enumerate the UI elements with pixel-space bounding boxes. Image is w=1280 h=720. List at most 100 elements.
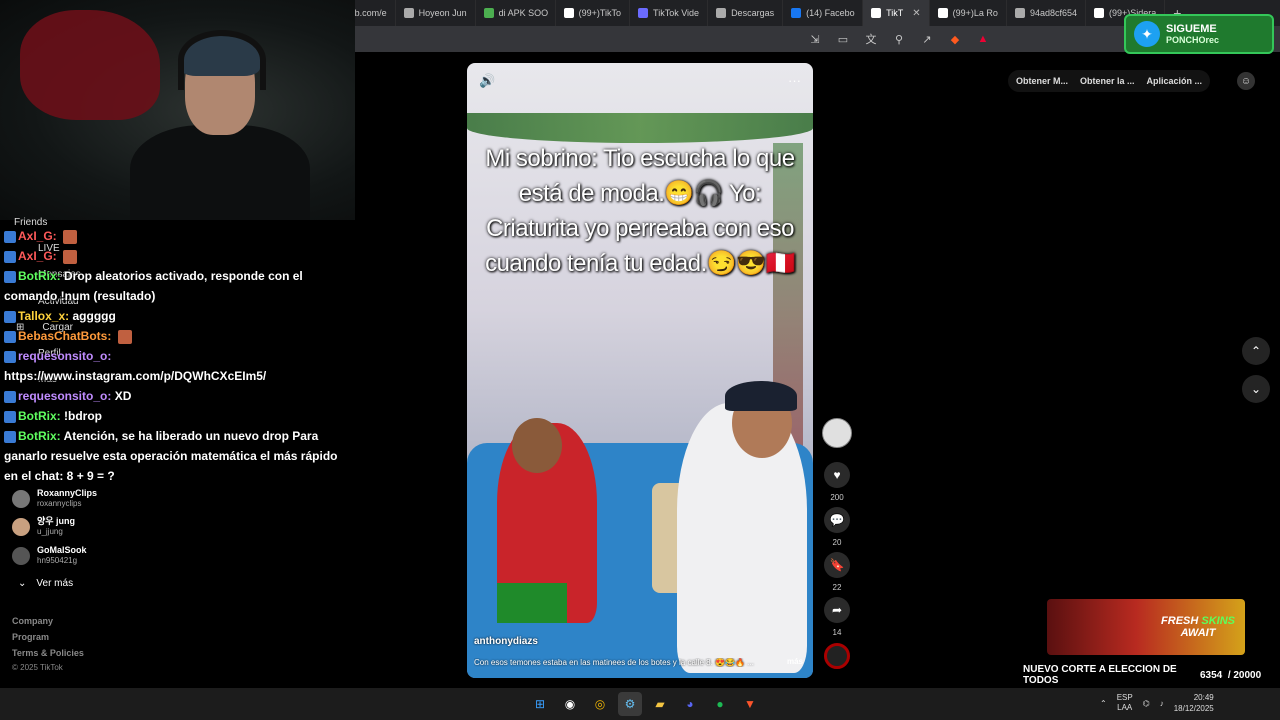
screenshot-icon[interactable]: ▭ — [836, 32, 850, 46]
chat-message: AxI_G: — [4, 246, 349, 266]
share-arrow-icon[interactable]: ➦ — [824, 597, 850, 623]
chat-emote-icon — [117, 329, 132, 344]
chevron-up-icon: ⌃ — [1250, 344, 1262, 358]
chat-message: requesonsito_o: https://www.instagram.co… — [4, 346, 349, 386]
chat-badge-icon — [4, 430, 16, 443]
like-count: 200 — [830, 493, 844, 502]
browser-tab[interactable]: TikT ✕ — [863, 0, 930, 26]
browser-tab[interactable]: di APK SOO — [476, 0, 556, 26]
screen: Endor - PUIRÜFÜS DU STikTok Vide¿Por qué… — [0, 0, 1280, 720]
heart-icon[interactable]: ♥ — [824, 462, 850, 488]
tab-label: di APK SOO — [498, 8, 549, 18]
footer-terms-link[interactable]: Terms & Policies — [12, 648, 84, 658]
windows-taskbar: ⊞ ◉ ◎ ⚙ ▰ ◕ ● ▼ ⌃ ESP LAA ⌬ ♪ 20:49 18/12/… — [0, 688, 1280, 720]
steam-icon[interactable]: ⚙ — [618, 692, 642, 716]
share-action[interactable]: ➦ 14 — [822, 597, 852, 637]
avatar — [12, 489, 30, 508]
chevron-down-icon: ⌄ — [1250, 382, 1262, 396]
tab-label: TikTok Vide — [653, 8, 700, 18]
chevron-down-icon: ⌄ — [18, 578, 27, 589]
get-coins-button[interactable]: Obtener M... — [1016, 76, 1068, 86]
music-disc-icon[interactable] — [824, 643, 850, 669]
tray-chevron-icon[interactable]: ⌃ — [1100, 699, 1107, 708]
footer-company-link[interactable]: Company — [12, 616, 53, 626]
twitter-bird-icon: ✦ — [1134, 21, 1160, 47]
chat-message: AxI_G: — [4, 226, 349, 246]
goal-title: NUEVO CORTE A ELECCION DE TODOS — [1023, 664, 1177, 686]
chat-text: XD — [114, 389, 132, 403]
bookmark-action[interactable]: 🔖 22 — [822, 552, 852, 592]
comment-action[interactable]: 💬 20 — [822, 507, 852, 547]
chat-message: BotRix: Drop aleatorios activado, respon… — [4, 266, 349, 306]
tab-label: Hoyeon Jun — [418, 8, 467, 18]
brave-icon[interactable]: ▼ — [738, 692, 762, 716]
like-action[interactable]: ♥ 200 — [822, 462, 852, 502]
video-caption-overlay: Mi sobrino: Tio escucha lo que está de m… — [485, 145, 795, 277]
windows-start-icon[interactable]: ⊞ — [528, 692, 552, 716]
browser-tab[interactable]: Descargas — [708, 0, 784, 26]
previous-video-button[interactable]: ⌃ — [1242, 337, 1270, 365]
tab-favicon-icon — [791, 8, 802, 18]
footer-program-link[interactable]: Program — [12, 632, 49, 642]
close-tab-icon[interactable]: ✕ — [912, 8, 920, 19]
followed-account[interactable]: RoxannyClips roxannyclips — [12, 488, 97, 509]
folder-icon[interactable]: ▰ — [648, 692, 672, 716]
bookmark-count: 22 — [832, 583, 842, 592]
twitter-line2: PONCHOrec — [1166, 35, 1220, 45]
tab-label: TikT — [886, 8, 904, 18]
chrome-icon[interactable]: ◎ — [588, 692, 612, 716]
tab-favicon-icon — [716, 8, 727, 18]
next-video-button[interactable]: ⌄ — [1242, 375, 1270, 403]
share-icon[interactable]: ↗ — [920, 32, 934, 46]
chat-username: AxI_G: — [18, 249, 57, 263]
chat-message: BebasChatBots: — [4, 326, 349, 346]
brave-shield-icon[interactable]: ◆ — [948, 32, 962, 46]
clock[interactable]: 20:49 18/12/2025 — [1174, 692, 1214, 714]
network-icon[interactable]: ⌬ — [1143, 699, 1150, 708]
language-indicator[interactable]: ESP LAA — [1117, 693, 1133, 713]
download-app-button[interactable]: Aplicación ... — [1147, 76, 1203, 86]
browser-tab[interactable]: (99+)La Ro — [930, 0, 1007, 26]
obs-icon[interactable]: ◉ — [558, 692, 582, 716]
chat-username: BotRix: — [18, 409, 61, 423]
tab-favicon-icon — [403, 8, 414, 18]
get-app-button[interactable]: Obtener la ... — [1080, 76, 1135, 86]
video-author[interactable]: anthonydiazs — [474, 636, 538, 647]
chat-text: aggggg — [72, 309, 116, 323]
tab-favicon-icon — [638, 8, 649, 18]
browser-tab[interactable]: (14) Facebo — [783, 0, 864, 26]
discord-icon[interactable]: ◕ — [678, 692, 702, 716]
browser-tab[interactable]: TikTok Vide — [630, 0, 709, 26]
profile-icon[interactable]: ☺ — [1237, 72, 1255, 90]
chat-username: Tallox_x: — [18, 309, 70, 323]
bookmark-icon[interactable]: 🔖 — [824, 552, 850, 578]
see-more-button[interactable]: ⌄ Ver más — [18, 578, 73, 589]
browser-tab[interactable]: Hoyeon Jun — [396, 0, 476, 26]
tab-favicon-icon — [937, 8, 948, 18]
top-actions: Obtener M... Obtener la ... Aplicación .… — [1008, 70, 1211, 92]
chat-badge-icon — [4, 310, 16, 323]
volume-icon[interactable]: 🔊 — [479, 73, 495, 89]
brave-rewards-icon[interactable]: ▲ — [976, 32, 990, 46]
followed-account[interactable]: 양우 jung u_jjung — [12, 516, 75, 537]
chat-emote-icon — [63, 229, 78, 244]
browser-tab[interactable]: (99+)TikTo — [556, 0, 631, 26]
chat-username: AxI_G: — [18, 229, 57, 243]
tab-label: (99+)La Ro — [952, 8, 998, 18]
reader-icon[interactable]: ⇲ — [808, 32, 822, 46]
translate-icon[interactable]: 文 — [864, 32, 878, 46]
comment-icon[interactable]: 💬 — [824, 507, 850, 533]
zoom-icon[interactable]: ⚲ — [892, 32, 906, 46]
chat-message: Tallox_x: aggggg — [4, 306, 349, 326]
chat-badge-icon — [4, 230, 16, 243]
tab-favicon-icon — [1014, 8, 1025, 18]
followed-account[interactable]: GoMalSook hn950421g — [12, 545, 87, 566]
more-options-icon[interactable]: ··· — [788, 73, 801, 89]
video-player[interactable]: 🔊 ··· Mi sobrino: Tio escucha lo que est… — [467, 63, 813, 678]
spotify-icon[interactable]: ● — [708, 692, 732, 716]
description-more-link[interactable]: más — [787, 657, 803, 666]
browser-tab[interactable]: 94ad8cf654 — [1007, 0, 1086, 26]
creator-avatar[interactable] — [822, 418, 852, 448]
volume-tray-icon[interactable]: ♪ — [1160, 699, 1164, 708]
chat-message: BotRix: Atención, se ha liberado un nuev… — [4, 426, 349, 486]
